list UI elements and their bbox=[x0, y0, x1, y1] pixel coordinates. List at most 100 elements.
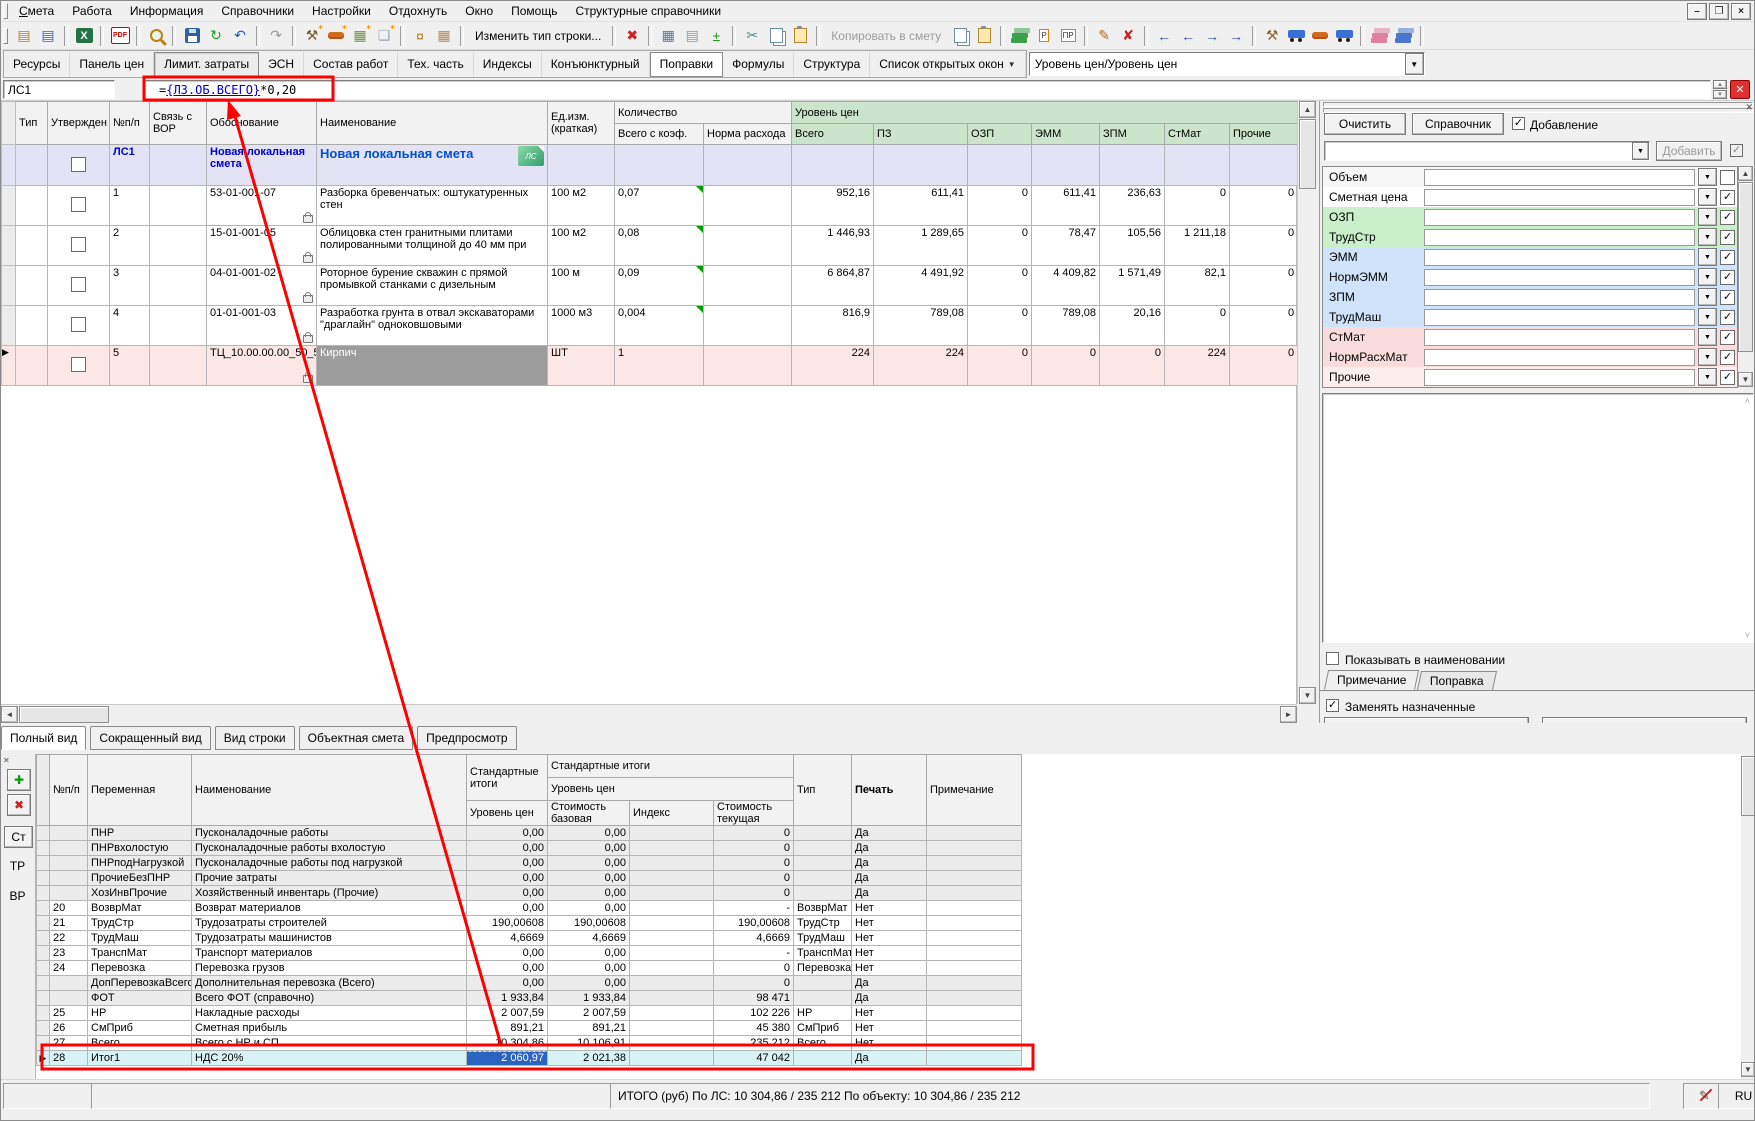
cell-value-6[interactable] bbox=[1165, 145, 1230, 186]
cell-base-cost[interactable]: 4,6669 bbox=[548, 931, 630, 946]
variable-value-input[interactable] bbox=[1424, 289, 1695, 306]
cell-price-level[interactable]: 0,00 bbox=[467, 841, 548, 856]
totals-side-tab-Ст[interactable]: Ст bbox=[4, 826, 33, 848]
cell-vor[interactable] bbox=[150, 186, 207, 226]
cell-print[interactable]: Да bbox=[852, 976, 927, 991]
cell-basis[interactable]: Новая локальная смета bbox=[207, 145, 317, 186]
variable-checkbox[interactable]: ✓ bbox=[1720, 250, 1735, 265]
cell-basis[interactable]: 04-01-001-02 bbox=[207, 266, 317, 306]
cell-type[interactable]: ТрудМаш bbox=[794, 931, 852, 946]
cell-num[interactable]: 22 bbox=[50, 931, 88, 946]
row-marker[interactable] bbox=[37, 991, 50, 1006]
cell-note[interactable] bbox=[927, 886, 1022, 901]
cell-value-5[interactable]: 105,56 bbox=[1100, 226, 1165, 266]
keyboard-language-indicator[interactable]: RU bbox=[1718, 1083, 1755, 1109]
delete-row-icon[interactable]: ✖ bbox=[621, 25, 643, 47]
cell-approved[interactable] bbox=[48, 306, 110, 346]
approved-checkbox[interactable] bbox=[71, 317, 86, 332]
book-settings-icon[interactable] bbox=[1009, 25, 1031, 47]
variable-value-input[interactable] bbox=[1424, 369, 1695, 386]
col-group-price-level[interactable]: Уровень цен bbox=[548, 778, 794, 801]
cell-norm[interactable] bbox=[704, 226, 792, 266]
cell-current-cost[interactable]: 190,00608 bbox=[714, 916, 794, 931]
cell-name[interactable]: Пусконаладочные работы bbox=[192, 826, 467, 841]
comment-icon[interactable]: ❑ bbox=[373, 25, 395, 47]
spin-up-icon[interactable]: ▲ bbox=[1713, 80, 1727, 89]
cell-index[interactable] bbox=[630, 961, 714, 976]
cell-note[interactable] bbox=[927, 1051, 1022, 1066]
blocks-icon[interactable]: ▦ bbox=[433, 25, 455, 47]
chevron-down-icon[interactable]: ▼ bbox=[1698, 188, 1717, 206]
cell-index[interactable] bbox=[630, 946, 714, 961]
cell-value-6[interactable]: 82,1 bbox=[1165, 266, 1230, 306]
cell-value-1[interactable] bbox=[792, 145, 874, 186]
toolbar-grip[interactable] bbox=[3, 28, 8, 44]
chevron-down-icon[interactable]: ▼ bbox=[1698, 208, 1717, 226]
variable-checkbox[interactable]: ✓ bbox=[1720, 210, 1735, 225]
cell-note[interactable] bbox=[927, 991, 1022, 1006]
menu-item-6[interactable]: Отдохнуть bbox=[380, 2, 456, 20]
view-tab-1[interactable]: Полный вид bbox=[1, 726, 86, 750]
menu-item-8[interactable]: Помощь bbox=[502, 2, 566, 20]
row-marker[interactable] bbox=[37, 916, 50, 931]
cell-approved[interactable] bbox=[48, 266, 110, 306]
cell-value-6[interactable]: 0 bbox=[1165, 186, 1230, 226]
panel-tab-4[interactable]: ЭСН bbox=[259, 52, 304, 77]
cell-current-cost[interactable]: 0 bbox=[714, 976, 794, 991]
cell-basis[interactable]: 53-01-001-07 bbox=[207, 186, 317, 226]
cell-variable[interactable]: СмПриб bbox=[88, 1021, 192, 1036]
cell-note[interactable] bbox=[927, 1021, 1022, 1036]
cell-norm[interactable] bbox=[704, 266, 792, 306]
cell-index[interactable] bbox=[630, 976, 714, 991]
cell-value-4[interactable] bbox=[1032, 145, 1100, 186]
cell-variable[interactable]: ПНР bbox=[88, 826, 192, 841]
save-icon[interactable] bbox=[181, 25, 203, 47]
chevron-down-icon[interactable]: ▼ bbox=[1405, 53, 1424, 75]
list-edit-icon[interactable]: ✎ bbox=[1093, 25, 1115, 47]
row-marker[interactable] bbox=[37, 1006, 50, 1021]
spin-down-icon[interactable]: ▼ bbox=[1713, 90, 1727, 99]
cell-approved[interactable] bbox=[48, 346, 110, 386]
cell-base-cost[interactable]: 10 106,91 bbox=[548, 1036, 630, 1051]
chevron-down-icon[interactable]: ▼ bbox=[1698, 288, 1717, 306]
variable-checkbox[interactable]: ✓ bbox=[1720, 290, 1735, 305]
cell-index[interactable] bbox=[630, 871, 714, 886]
cell-name[interactable]: НДС 20% bbox=[192, 1051, 467, 1066]
cell-base-cost[interactable]: 190,00608 bbox=[548, 916, 630, 931]
cell-type[interactable]: Перевозка bbox=[794, 961, 852, 976]
formula-input[interactable]: ={ЛЗ.ОБ.ВСЕГО}*0,20 bbox=[143, 80, 1711, 99]
cell-value-6[interactable]: 0 bbox=[1165, 306, 1230, 346]
cell-value-2[interactable]: 611,41 bbox=[874, 186, 968, 226]
col-header-vor[interactable]: Связь с ВОР bbox=[150, 102, 207, 145]
change-row-type-button[interactable]: Изменить тип строки... bbox=[469, 29, 607, 43]
cell-num[interactable]: 1 bbox=[110, 186, 150, 226]
approved-checkbox[interactable] bbox=[71, 237, 86, 252]
cell-print[interactable]: Нет bbox=[852, 1006, 927, 1021]
panel-tab-11[interactable]: Структура bbox=[794, 52, 870, 77]
cell-note[interactable] bbox=[927, 961, 1022, 976]
cell-base-cost[interactable]: 1 933,84 bbox=[548, 991, 630, 1006]
cell-value-7[interactable]: 0 bbox=[1230, 266, 1298, 306]
price-level-combo[interactable]: Уровень цен/Уровень цен ▼ bbox=[1029, 52, 1425, 76]
chevron-down-icon[interactable]: ▼ bbox=[1698, 248, 1717, 266]
cell-name[interactable]: Прочие затраты bbox=[192, 871, 467, 886]
cell-unit[interactable]: 1000 м3 bbox=[548, 306, 615, 346]
cell-qty[interactable]: 0,08 bbox=[615, 226, 704, 266]
copy-doc-icon[interactable] bbox=[949, 25, 971, 47]
cell-print[interactable]: Нет bbox=[852, 1036, 927, 1051]
scroll-down-icon[interactable]: ▼ bbox=[1741, 1062, 1755, 1077]
row-marker[interactable] bbox=[37, 1036, 50, 1051]
cell-print[interactable]: Нет bbox=[852, 901, 927, 916]
cell-type[interactable]: ТрудСтр bbox=[794, 916, 852, 931]
scroll-down-icon[interactable]: ▼ bbox=[1299, 687, 1316, 704]
cell-note[interactable] bbox=[927, 841, 1022, 856]
cell-qty[interactable]: 0,07 bbox=[615, 186, 704, 226]
chevron-down-icon[interactable]: ▼ bbox=[1698, 348, 1717, 366]
chevron-down-icon[interactable]: ▼ bbox=[1698, 228, 1717, 246]
cell-type[interactable] bbox=[16, 145, 48, 186]
cell-vor[interactable] bbox=[150, 145, 207, 186]
cell-qty[interactable]: 1 bbox=[615, 346, 704, 386]
scroll-right-icon[interactable]: ► bbox=[1280, 706, 1297, 723]
books-blue-icon[interactable] bbox=[1393, 25, 1415, 47]
cell-name[interactable]: Пусконаладочные работы вхолостую bbox=[192, 841, 467, 856]
